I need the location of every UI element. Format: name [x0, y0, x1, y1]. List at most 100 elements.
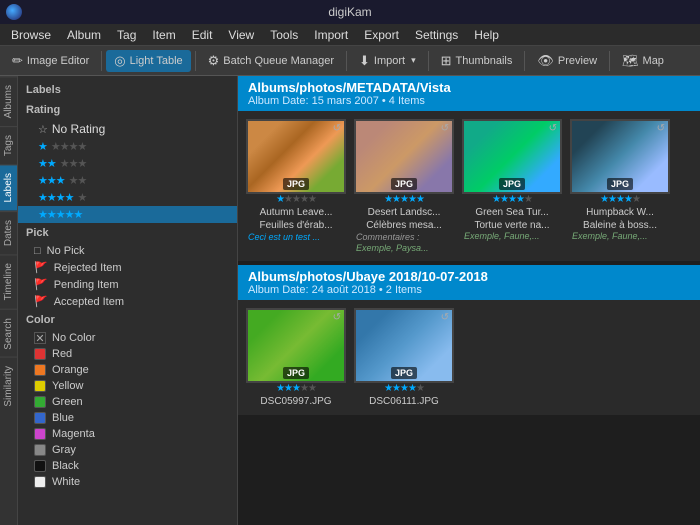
pick-section-title: Pick	[18, 223, 237, 243]
pick-rejected[interactable]: 🚩 Rejected Item	[18, 259, 237, 276]
no-color-icon: ✕	[34, 332, 46, 344]
app-title: digiKam	[328, 5, 371, 19]
toolbar-sep-2	[195, 51, 196, 71]
thumb-caption-desert: Commentaires :	[354, 231, 454, 243]
thumb-stars-turtle: ★★★★★	[462, 194, 562, 205]
thumb-img-bear: JPG ↺	[246, 308, 346, 383]
thumbnails-btn[interactable]: ⊞ Thumbnails	[433, 50, 521, 72]
thumb-badge-turtle: JPG	[499, 178, 525, 190]
preview-icon: 👁	[537, 53, 554, 69]
thumb-turtle[interactable]: JPG ↺ ★★★★★ Green Sea Tur... Tortue vert…	[462, 119, 562, 253]
rating-1star[interactable]: ★★★★★	[18, 138, 237, 155]
color-red[interactable]: Red	[18, 346, 237, 362]
menu-view[interactable]: View	[221, 26, 261, 44]
green-dot	[34, 396, 46, 408]
color-magenta[interactable]: Magenta	[18, 426, 237, 442]
labels-section-title: Labels	[18, 80, 237, 100]
similarity-tab[interactable]: Similarity	[0, 357, 17, 415]
album-subtitle-ubaye: Album Date: 24 août 2018 • 2 Items	[248, 284, 690, 296]
color-black[interactable]: Black	[18, 458, 237, 474]
pick-no-pick[interactable]: □ No Pick	[18, 243, 237, 259]
import-btn[interactable]: ⬇ Import ▾	[351, 50, 424, 72]
white-dot	[34, 476, 46, 488]
rating-section-title: Rating	[18, 100, 237, 120]
no-rating-star: ☆	[38, 123, 48, 136]
menu-edit[interactable]: Edit	[185, 26, 220, 44]
app-icon	[6, 4, 22, 20]
menu-export[interactable]: Export	[357, 26, 406, 44]
color-blue[interactable]: Blue	[18, 410, 237, 426]
tags-tab[interactable]: Tags	[0, 126, 17, 164]
toolbar-sep-5	[524, 51, 525, 71]
pick-accepted[interactable]: 🚩 Accepted Item	[18, 293, 237, 310]
thumb-stars-bear: ★★★★★	[246, 383, 346, 394]
dates-tab[interactable]: Dates	[0, 211, 17, 254]
map-btn[interactable]: 🗺 Map	[614, 50, 672, 72]
rating-5star[interactable]: ★★★★★	[18, 206, 237, 223]
thumb-name-desert: Desert Landsc...	[354, 207, 454, 218]
albums-tab[interactable]: Albums	[0, 76, 17, 126]
content-area: Albums/photos/METADATA/Vista Album Date:…	[238, 76, 700, 525]
menu-settings[interactable]: Settings	[408, 26, 465, 44]
thumb-subname-autumn: Feuilles d'érab...	[246, 220, 346, 231]
color-yellow[interactable]: Yellow	[18, 378, 237, 394]
batch-queue-btn[interactable]: ⚙ Batch Queue Manager	[200, 50, 342, 72]
menu-tag[interactable]: Tag	[110, 26, 143, 44]
5star-icon: ★★★★★	[38, 208, 82, 221]
color-white[interactable]: White	[18, 474, 237, 490]
preview-btn[interactable]: 👁 Preview	[529, 50, 605, 72]
color-green[interactable]: Green	[18, 394, 237, 410]
import-icon: ⬇	[359, 53, 370, 69]
color-no-color[interactable]: ✕ No Color	[18, 330, 237, 346]
thumb-corner-desert: ↺	[441, 123, 449, 134]
thumb-caption-autumn: Ceci est un test ...	[246, 231, 346, 243]
timeline-tab[interactable]: Timeline	[0, 254, 17, 308]
gray-dot	[34, 444, 46, 456]
thumb-stars-autumn: ★★★★★	[246, 194, 346, 205]
no-pick-icon: □	[34, 245, 41, 257]
menu-item[interactable]: Item	[145, 26, 182, 44]
3star-icon: ★★★	[38, 174, 65, 187]
thumb-badge-whale: JPG	[607, 178, 633, 190]
map-icon: 🗺	[622, 53, 639, 69]
thumb-tags-whale: Exemple, Faune,...	[570, 231, 670, 241]
main-layout: Albums Tags Labels Dates Timeline Search…	[0, 76, 700, 525]
menu-tools[interactable]: Tools	[263, 26, 305, 44]
rating-2star[interactable]: ★★★★★	[18, 155, 237, 172]
thumb-tags-turtle: Exemple, Faune,...	[462, 231, 562, 241]
thumb-name-autumn: Autumn Leave...	[246, 207, 346, 218]
light-table-btn[interactable]: ◎ Light Table	[106, 50, 190, 72]
menu-help[interactable]: Help	[467, 26, 506, 44]
yellow-dot	[34, 380, 46, 392]
image-editor-btn[interactable]: ✏ Image Editor	[4, 50, 97, 72]
pick-pending[interactable]: 🚩 Pending Item	[18, 276, 237, 293]
thumb-img-autumn: JPG ↺	[246, 119, 346, 194]
labels-tab[interactable]: Labels	[0, 164, 17, 210]
thumb-whale[interactable]: JPG ↺ ★★★★★ Humpback W... Baleine à boss…	[570, 119, 670, 253]
color-orange[interactable]: Orange	[18, 362, 237, 378]
red-dot	[34, 348, 46, 360]
rating-3star[interactable]: ★★★★★	[18, 172, 237, 189]
rating-4star[interactable]: ★★★★★	[18, 189, 237, 206]
thumb-bear[interactable]: JPG ↺ ★★★★★ DSC05997.JPG	[246, 308, 346, 407]
light-table-icon: ◎	[114, 53, 125, 69]
color-gray[interactable]: Gray	[18, 442, 237, 458]
menu-album[interactable]: Album	[60, 26, 108, 44]
thumb-tags-desert: Exemple, Paysa...	[354, 243, 454, 253]
orange-dot	[34, 364, 46, 376]
thumb-img-desert: JPG ↺	[354, 119, 454, 194]
menu-import[interactable]: Import	[307, 26, 355, 44]
album-title-vista: Albums/photos/METADATA/Vista	[248, 80, 690, 95]
thumb-desert[interactable]: JPG ↺ ★★★★★ Desert Landsc... Célèbres me…	[354, 119, 454, 253]
search-tab[interactable]: Search	[0, 309, 17, 358]
thumb-mountain[interactable]: JPG ↺ ★★★★★ DSC06111.JPG	[354, 308, 454, 407]
toolbar-sep-1	[101, 51, 102, 71]
4star-icon: ★★★★	[38, 191, 73, 204]
thumb-img-mountain: JPG ↺	[354, 308, 454, 383]
menu-browse[interactable]: Browse	[4, 26, 58, 44]
album-header-ubaye: Albums/photos/Ubaye 2018/10-07-2018 Albu…	[238, 265, 700, 300]
album-group-ubaye: Albums/photos/Ubaye 2018/10-07-2018 Albu…	[238, 265, 700, 415]
rating-no-rating[interactable]: ☆ No Rating	[18, 120, 237, 138]
thumb-autumn[interactable]: JPG ↺ ★★★★★ Autumn Leave... Feuilles d'é…	[246, 119, 346, 253]
import-dropdown-arrow: ▾	[411, 55, 416, 66]
